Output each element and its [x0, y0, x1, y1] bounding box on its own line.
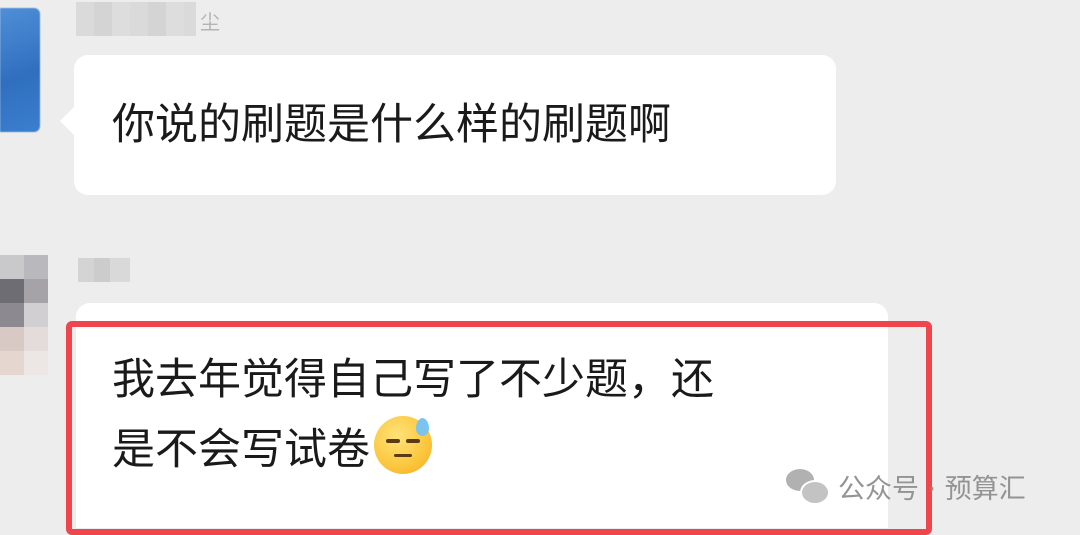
sender-avatar-2[interactable] [0, 255, 48, 393]
watermark-text: 公众号 · 预算汇 [838, 473, 1026, 505]
watermark: 公众号 · 预算汇 [786, 464, 1026, 508]
message-bubble-1[interactable]: 你说的刷题是什么样的刷题啊 [60, 55, 836, 195]
sender-name-1-tail: 尘 [200, 10, 220, 34]
message-text-1: 你说的刷题是什么样的刷题啊 [112, 100, 671, 150]
bubble-tail [60, 107, 74, 135]
sender-avatar-1[interactable] [0, 8, 40, 132]
wechat-official-account-icon [786, 469, 830, 505]
sender-name-2-blurred [78, 258, 130, 282]
sender-name-1-blurred [76, 2, 196, 36]
